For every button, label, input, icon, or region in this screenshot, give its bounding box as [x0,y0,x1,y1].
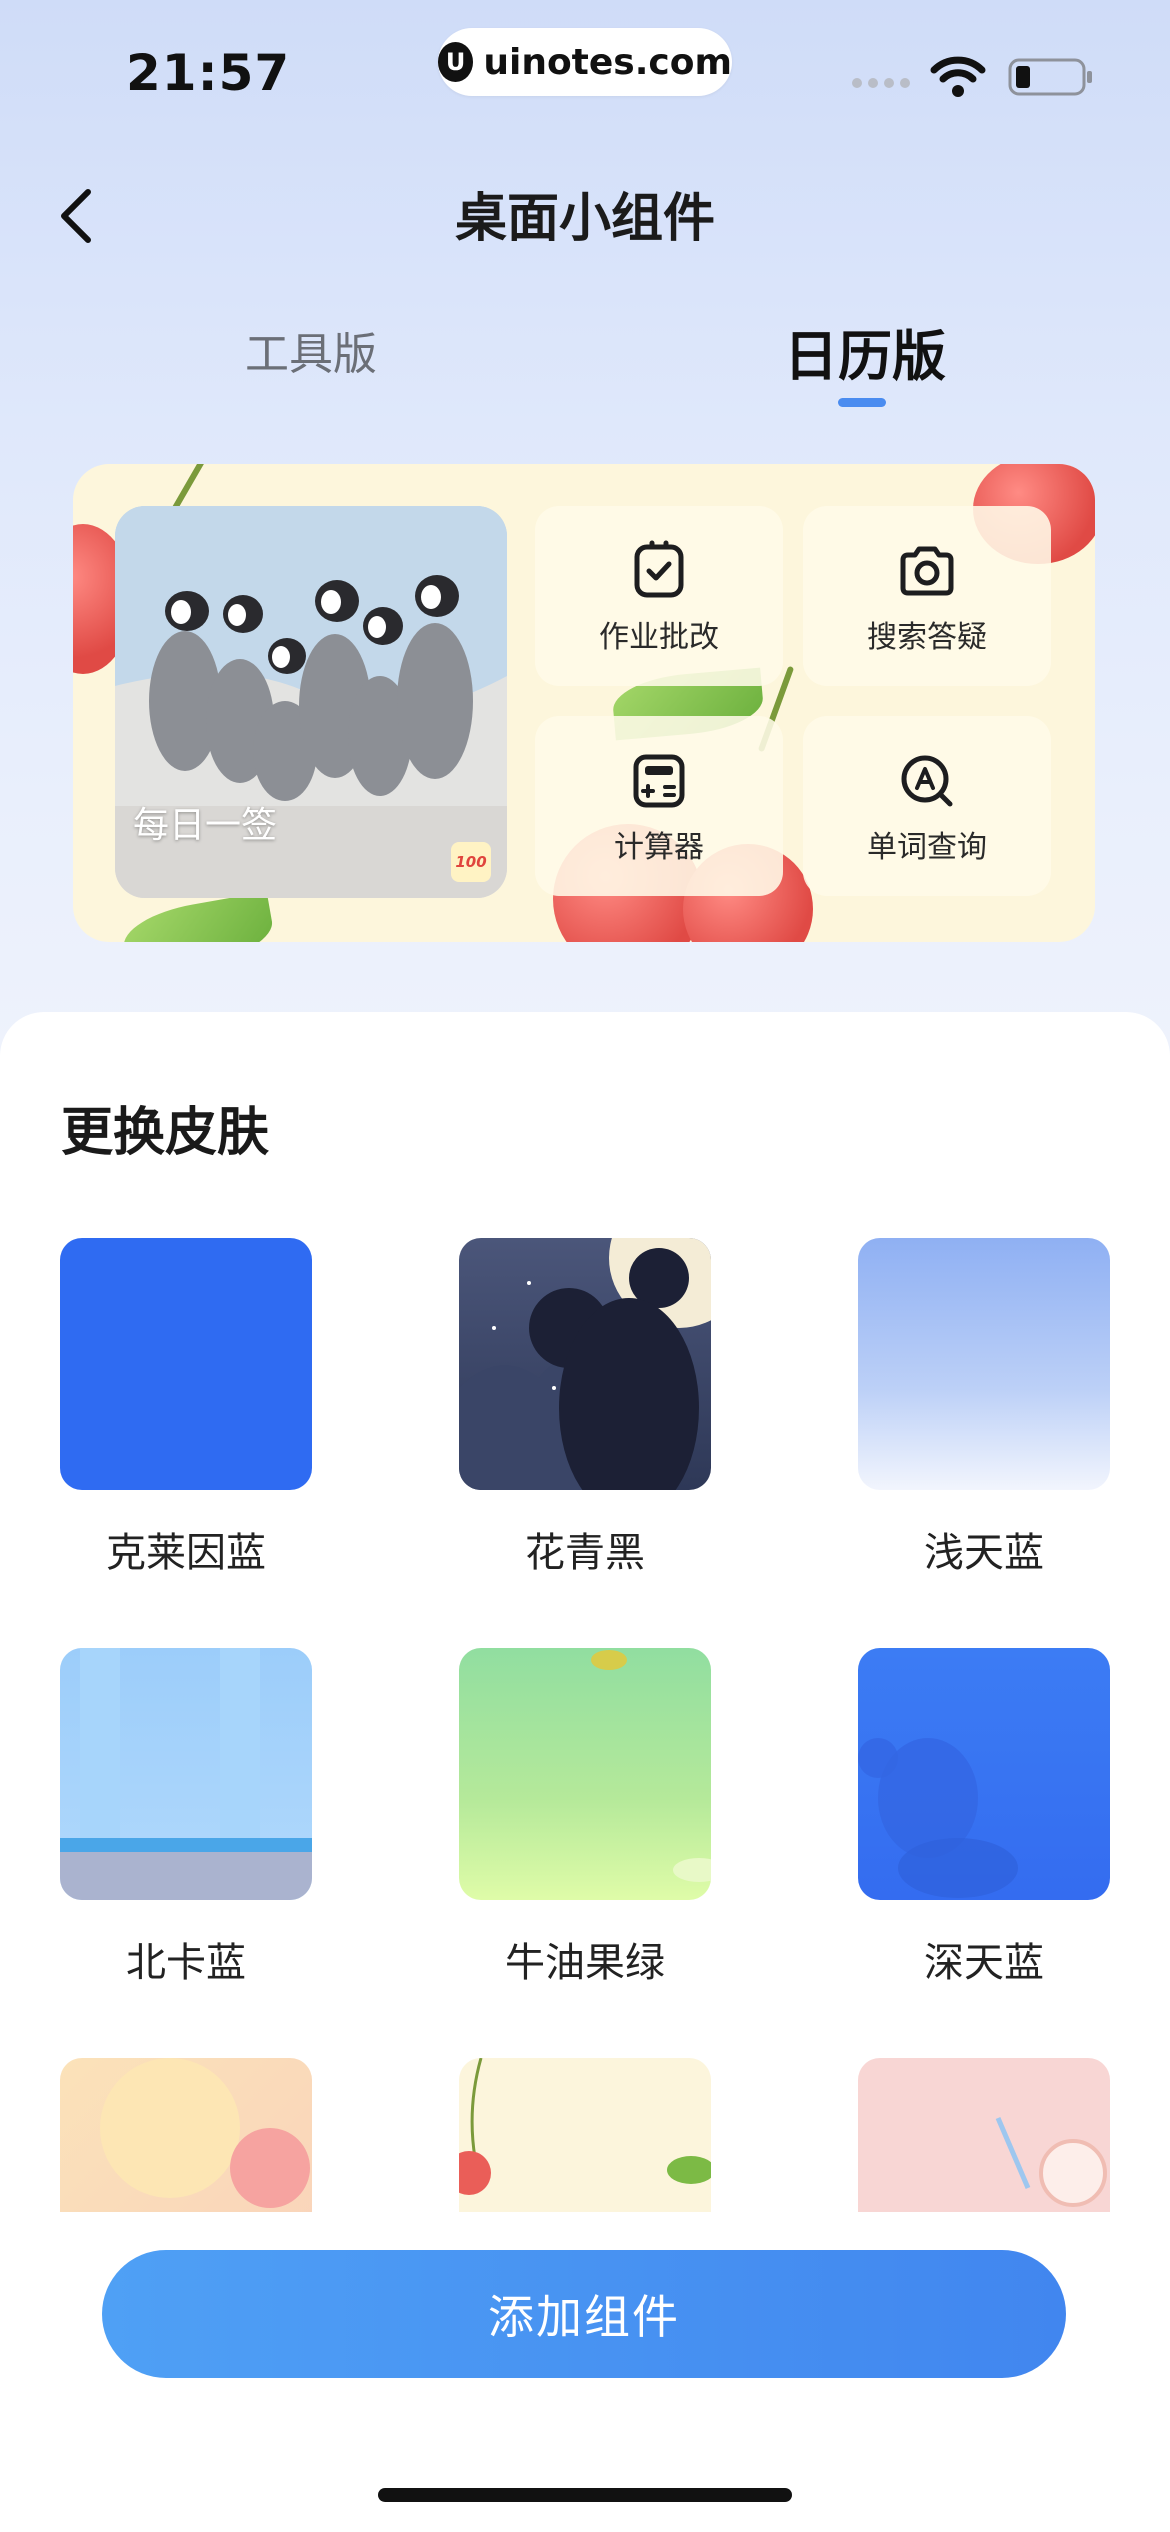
url-pill[interactable]: U uinotes.com [438,28,732,96]
word-lookup-icon [901,755,953,807]
tool-label: 作业批改 [599,620,719,655]
skin-label: 深天蓝 [924,1940,1044,1986]
camera-icon [900,546,954,596]
home-indicator [378,2488,792,2502]
bird-illustration [591,1650,711,1882]
skin-label: 北卡蓝 [126,1940,246,1986]
page-title: 桌面小组件 [454,189,715,249]
tool-label: 搜索答疑 [867,620,987,655]
url-text: uinotes.com [483,41,732,83]
app-badge-icon: 100 [451,842,491,882]
skin-label: 牛油果绿 [505,1940,665,1986]
skin-label: 克莱因蓝 [106,1530,266,1576]
add-widget-button[interactable]: 添加组件 [102,2250,1066,2378]
tab-tool-version[interactable]: 工具版 [245,318,377,382]
skin-label: 花青黑 [525,1530,645,1576]
skin-light-sky-blue[interactable] [858,1238,1110,1490]
tool-label: 计算器 [614,830,704,865]
tool-word-lookup[interactable]: 单词查询 [803,716,1051,896]
skin-deep-sky-blue[interactable] [858,1648,1110,1900]
room-illustration [60,1648,312,1900]
tool-label: 单词查询 [867,830,987,865]
skin-label: 浅天蓝 [924,1530,1044,1576]
skin-carolina-blue[interactable] [60,1648,312,1900]
skin-cyan-black[interactable] [459,1238,711,1490]
mouse-pattern-illustration [858,1738,1018,1898]
section-title: 更换皮肤 [61,1103,270,1163]
tool-search-answer[interactable]: 搜索答疑 [803,506,1051,686]
photo-caption: 每日一签 [133,805,278,846]
tool-calculator[interactable]: 计算器 [535,716,783,896]
mouse-silhouette-illustration [459,1238,711,1490]
tab-calendar-version[interactable]: 日历版 [784,312,946,391]
status-time: 21:57 [126,44,291,102]
homework-check-icon [634,540,684,598]
skin-avocado-green[interactable] [459,1648,711,1900]
skin-klein-blue[interactable] [60,1238,312,1490]
leaf-decoration [118,891,278,942]
widget-preview: 每日一签 100 作业批改 搜索答疑 计算器 单词查询 [73,464,1095,942]
tool-homework-check[interactable]: 作业批改 [535,506,783,686]
wifi-icon [930,56,986,97]
daily-sign-photo-card[interactable]: 每日一签 100 [115,506,507,898]
calculator-icon [633,754,685,808]
battery-icon [1008,58,1092,96]
active-tab-indicator [838,398,886,407]
cellular-signal-icon [852,78,910,88]
site-logo-icon: U [438,42,474,82]
